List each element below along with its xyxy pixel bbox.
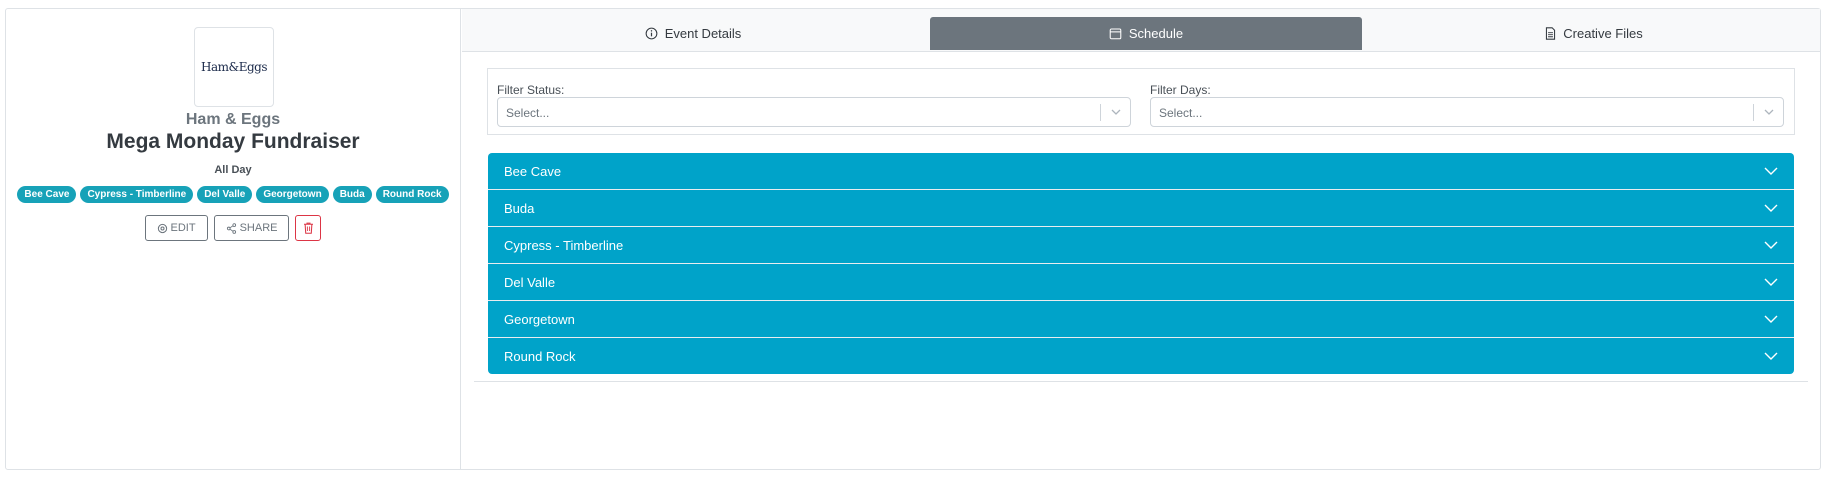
event-title: Mega Monday Fundraiser	[106, 130, 360, 153]
event-card: Ham&Eggs Ham & Eggs Mega Monday Fundrais…	[5, 8, 1821, 470]
tab-label: Creative Files	[1563, 26, 1643, 41]
accordion-item-del-valle[interactable]: Del Valle	[488, 264, 1794, 301]
tab-creative-files[interactable]: Creative Files	[1368, 17, 1820, 50]
event-detail-panel: Event Details Schedule Creative Files Fi…	[462, 9, 1820, 469]
location-tag: Bee Cave	[17, 186, 77, 203]
calendar-icon	[1109, 27, 1122, 40]
event-logo: Ham&Eggs	[194, 27, 274, 107]
tab-event-details[interactable]: Event Details	[462, 17, 924, 50]
accordion-label: Bee Cave	[504, 164, 562, 179]
logo-text: Ham&Eggs	[201, 60, 267, 74]
location-tag: Cypress - Timberline	[80, 186, 194, 203]
accordion-item-bee-cave[interactable]: Bee Cave	[488, 153, 1794, 190]
accordion-label: Round Rock	[504, 349, 576, 364]
tab-bar: Event Details Schedule Creative Files	[462, 9, 1820, 52]
accordion-item-buda[interactable]: Buda	[488, 190, 1794, 227]
select-placeholder: Select...	[1159, 106, 1203, 120]
accordion-label: Del Valle	[504, 275, 556, 290]
event-actions: EDIT SHARE	[6, 215, 460, 241]
accordion-label: Buda	[504, 201, 535, 216]
share-icon	[226, 222, 237, 234]
share-button-label: SHARE	[239, 222, 278, 234]
chevron-down-icon	[1764, 240, 1778, 250]
select-divider	[1753, 104, 1754, 121]
accordion-item-cypress-timberline[interactable]: Cypress - Timberline	[488, 227, 1794, 264]
accordion-item-round-rock[interactable]: Round Rock	[488, 338, 1794, 374]
chevron-down-icon	[1764, 203, 1778, 213]
chevron-down-icon	[1764, 351, 1778, 361]
delete-button[interactable]	[295, 215, 322, 241]
edit-button-label: EDIT	[170, 222, 196, 234]
event-time: All Day	[214, 164, 252, 176]
organization-name: Ham & Eggs	[185, 111, 281, 128]
file-icon	[1545, 27, 1556, 40]
chevron-down-icon	[1764, 314, 1778, 324]
accordion-item-georgetown[interactable]: Georgetown	[488, 301, 1794, 338]
info-icon	[645, 27, 658, 40]
chevron-down-icon	[1763, 106, 1775, 118]
schedule-accordion: Bee Cave Buda Cypress - Timberline Del V…	[488, 153, 1794, 374]
filter-status-select[interactable]: Select...	[497, 97, 1131, 127]
tab-label: Schedule	[1128, 26, 1184, 41]
accordion-label: Georgetown	[504, 312, 575, 327]
location-tags: Bee Cave Cypress - Timberline Del Valle …	[6, 186, 460, 203]
accordion-label: Cypress - Timberline	[504, 238, 624, 253]
trash-icon	[303, 222, 314, 234]
panel-divider	[474, 381, 1808, 382]
select-placeholder: Select...	[506, 106, 550, 120]
chevron-down-icon	[1110, 106, 1122, 118]
location-tag: Del Valle	[197, 186, 253, 203]
select-divider	[1100, 104, 1101, 121]
event-summary-panel: Ham&Eggs Ham & Eggs Mega Monday Fundrais…	[6, 9, 461, 469]
edit-button[interactable]: EDIT	[144, 215, 208, 241]
filter-days-select[interactable]: Select...	[1150, 97, 1784, 127]
filter-panel: Filter Status: Select... Filter Days: Se…	[487, 68, 1795, 135]
gear-icon	[157, 223, 168, 234]
location-tag: Round Rock	[375, 186, 449, 203]
tab-schedule[interactable]: Schedule	[930, 17, 1362, 50]
location-tag: Georgetown	[256, 186, 329, 203]
share-button[interactable]: SHARE	[213, 215, 290, 241]
chevron-down-icon	[1764, 277, 1778, 287]
chevron-down-icon	[1764, 166, 1778, 176]
location-tag: Buda	[332, 186, 372, 203]
filter-status-label: Filter Status:	[497, 83, 565, 97]
filter-days-label: Filter Days:	[1150, 83, 1211, 97]
tab-label: Event Details	[664, 26, 742, 41]
